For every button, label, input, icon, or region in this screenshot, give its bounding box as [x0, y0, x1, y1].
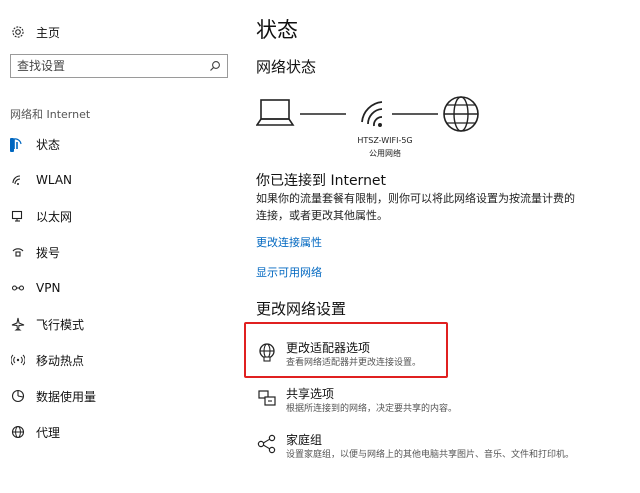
wifi-icon [10, 172, 26, 188]
search-input[interactable] [17, 59, 209, 73]
sidebar-item-airplane[interactable]: 飞行模式 [10, 312, 84, 336]
sidebar-item-data-usage[interactable]: 数据使用量 [10, 384, 96, 408]
sidebar-item-status[interactable]: 状态 [10, 132, 60, 156]
sidebar-item-vpn[interactable]: VPN [10, 276, 60, 300]
sidebar-item-label: 飞行模式 [36, 317, 85, 332]
airplane-icon [10, 316, 26, 332]
laptop-icon [256, 99, 295, 126]
search-icon[interactable] [209, 60, 221, 72]
data-usage-icon [10, 388, 26, 404]
sidebar-item-wlan[interactable]: WLAN [10, 168, 72, 192]
change-network-settings-title: 更改网络设置 [256, 300, 347, 318]
sidebar-item-ethernet[interactable]: 以太网 [10, 204, 72, 228]
sharing-options[interactable]: 共享选项 根据所连接到的网络，决定要共享的内容。 [256, 386, 586, 416]
option-description: 设置家庭组，以便与网络上的其他电脑共享图片、音乐、文件和打印机。 [286, 450, 575, 460]
connected-title: 你已连接到 Internet [256, 173, 387, 189]
vpn-icon [10, 280, 26, 296]
sidebar-home-label: 主页 [36, 25, 61, 40]
wifi-signal-icon [361, 101, 383, 127]
sidebar-item-label: 代理 [36, 425, 61, 440]
homegroup-icon [256, 432, 278, 454]
sidebar-section-label: 网络和 Internet [10, 108, 91, 121]
option-description: 根据所连接到的网络，决定要共享的内容。 [286, 404, 458, 414]
hotspot-icon [10, 352, 26, 368]
globe-icon [443, 96, 479, 132]
sidebar-item-label: 以太网 [36, 209, 73, 224]
sidebar-item-proxy[interactable]: 代理 [10, 420, 60, 444]
sidebar-item-dialup[interactable]: 拨号 [10, 240, 60, 264]
sidebar-item-label: 移动热点 [36, 353, 85, 368]
page-title: 状态 [256, 18, 298, 42]
status-icon [10, 136, 26, 152]
dialup-icon [10, 244, 26, 260]
network-status-title: 网络状态 [256, 58, 317, 76]
sidebar-home[interactable]: 主页 [10, 20, 60, 44]
network-ssid: HTSZ-WIFI-5G [357, 136, 413, 145]
sidebar: 主页 网络和 Internet 状态 WLAN 以太网 拨号 VPN [0, 0, 232, 493]
sidebar-item-hotspot[interactable]: 移动热点 [10, 348, 84, 372]
sharing-icon [256, 386, 278, 408]
proxy-icon [10, 424, 26, 440]
sidebar-item-label: WLAN [36, 173, 73, 187]
sidebar-item-label: VPN [36, 281, 61, 295]
gear-icon [10, 24, 26, 40]
option-title: 家庭组 [286, 433, 323, 447]
highlight-annotation [244, 322, 448, 378]
sidebar-item-label: 拨号 [36, 245, 61, 260]
ethernet-icon [10, 208, 26, 224]
change-connection-properties-link[interactable]: 更改连接属性 [256, 234, 322, 250]
search-box[interactable] [10, 54, 228, 78]
show-available-networks-link[interactable]: 显示可用网络 [256, 264, 322, 280]
sidebar-item-label: 数据使用量 [36, 389, 97, 404]
network-type: 公用网络 [369, 149, 401, 158]
connected-description: 如果你的流量套餐有限制，则你可以将此网络设置为按流量计费的连接，或者更改其他属性… [256, 192, 575, 222]
option-title: 共享选项 [286, 387, 335, 401]
sidebar-item-label: 状态 [36, 137, 61, 152]
homegroup-option[interactable]: 家庭组 设置家庭组，以便与网络上的其他电脑共享图片、音乐、文件和打印机。 [256, 432, 586, 462]
main-content: 状态 网络状态 HTSZ-WIFI-5G 公用网络 你已连接到 Internet… [256, 0, 640, 493]
